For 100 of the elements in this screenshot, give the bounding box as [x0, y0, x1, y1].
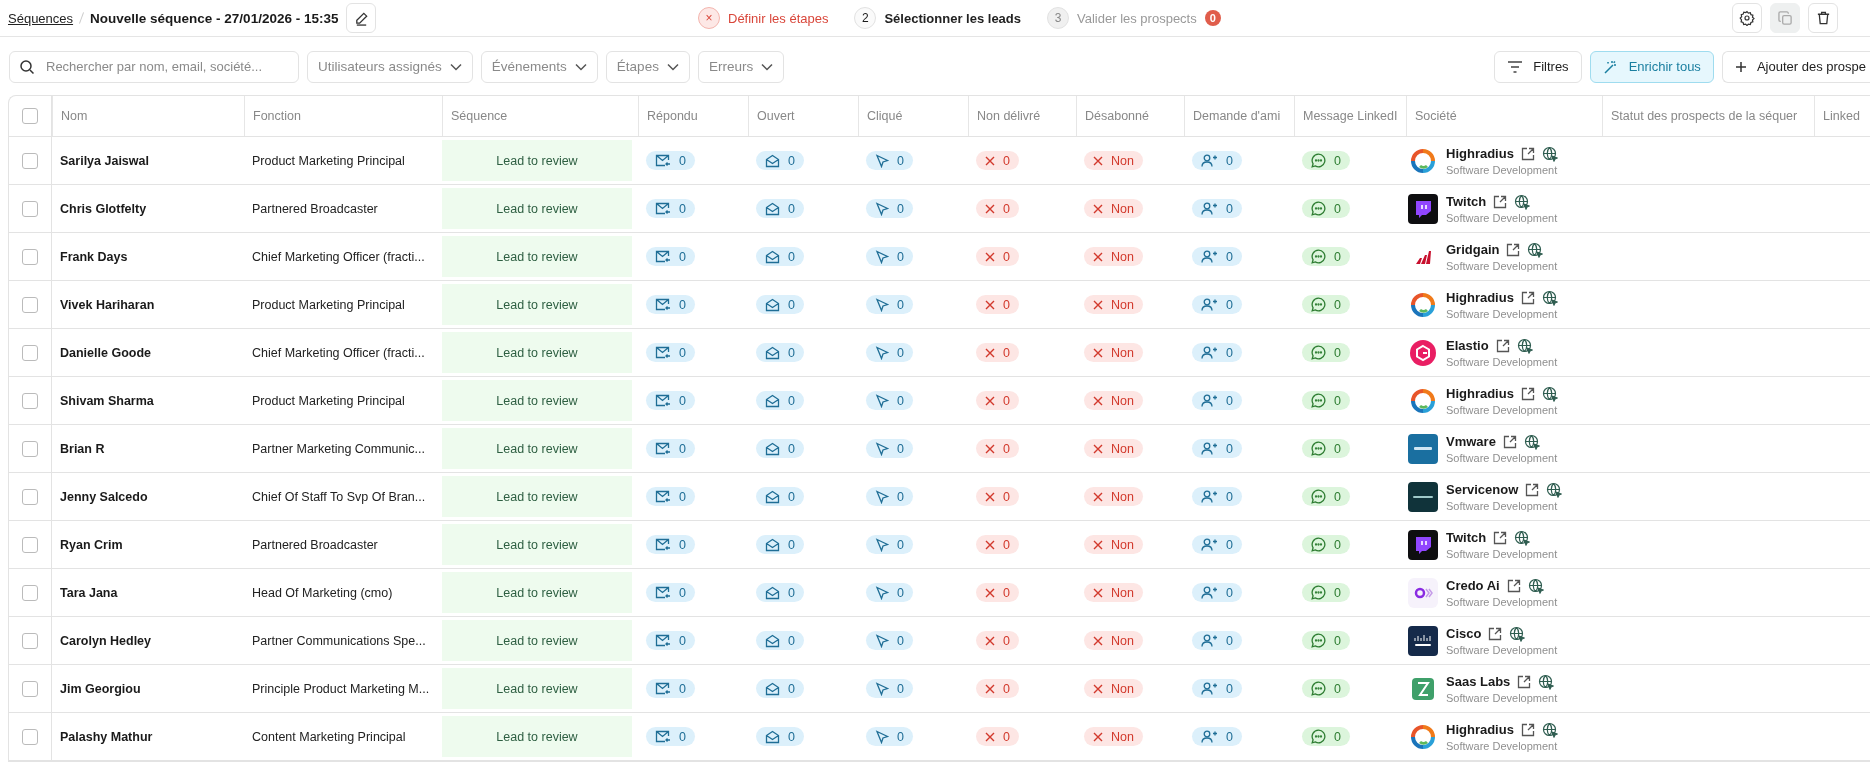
globe-icon[interactable] — [1527, 577, 1544, 594]
filter-icon — [1507, 60, 1524, 73]
row-checkbox[interactable] — [22, 392, 38, 409]
pill-value: Non — [1111, 393, 1134, 408]
row-checkbox[interactable] — [22, 680, 38, 697]
globe-icon[interactable] — [1514, 193, 1531, 210]
pill-value: 0 — [1003, 345, 1010, 360]
external-link-icon[interactable] — [1520, 722, 1535, 737]
pill-value: 0 — [1334, 633, 1341, 648]
row-checkbox[interactable] — [22, 296, 38, 313]
cross-icon — [1093, 299, 1103, 310]
pill-value: 0 — [679, 585, 686, 600]
row-checkbox[interactable] — [22, 536, 38, 553]
trash-icon — [1815, 10, 1831, 26]
globe-icon[interactable] — [1523, 433, 1540, 450]
pill-value: 0 — [1226, 441, 1233, 456]
pointer-icon — [875, 681, 889, 696]
step[interactable]: 2 Sélectionner les leads — [854, 7, 1022, 29]
job-title: Principle Product Marketing M... — [252, 681, 430, 696]
globe-icon[interactable] — [1514, 529, 1531, 546]
company-industry: Software Development — [1446, 211, 1558, 224]
row-checkbox[interactable] — [22, 488, 38, 505]
globe-icon[interactable] — [1516, 337, 1533, 354]
pill-value: 0 — [1226, 345, 1233, 360]
column-header: Linked — [1823, 109, 1860, 123]
column-header: Ouvert — [757, 109, 795, 123]
globe-icon[interactable] — [1509, 625, 1526, 642]
row-checkbox[interactable] — [22, 152, 38, 169]
external-link-icon[interactable] — [1520, 146, 1535, 161]
row-checkbox[interactable] — [22, 440, 38, 457]
globe-icon[interactable] — [1541, 385, 1558, 402]
chat-icon — [1311, 249, 1326, 264]
globe-icon[interactable] — [1541, 289, 1558, 306]
pill-value: 0 — [679, 201, 686, 216]
external-link-icon[interactable] — [1520, 386, 1535, 401]
globe-icon[interactable] — [1527, 241, 1544, 258]
settings-button[interactable] — [1732, 3, 1762, 33]
pointer-icon — [875, 489, 889, 504]
pointer-icon — [875, 345, 889, 360]
row-checkbox[interactable] — [22, 584, 38, 601]
company-industry: Software Development — [1446, 307, 1558, 320]
job-title: Chief Of Staff To Svp Of Bran... — [252, 489, 426, 504]
external-link-icon[interactable] — [1488, 626, 1503, 641]
cross-icon — [985, 731, 995, 742]
pill-value: 0 — [788, 345, 795, 360]
pill-value: 0 — [788, 729, 795, 744]
delete-button[interactable] — [1808, 3, 1838, 33]
breadcrumb-link[interactable]: Séquences — [8, 10, 74, 26]
filter-dropdown[interactable]: Étapes — [605, 50, 690, 83]
enrich-button[interactable]: Enrichir tous — [1589, 50, 1714, 83]
chat-icon — [1311, 345, 1326, 360]
globe-icon[interactable] — [1541, 145, 1558, 162]
external-link-icon[interactable] — [1517, 674, 1532, 689]
external-link-icon[interactable] — [1506, 578, 1521, 593]
row-checkbox[interactable] — [22, 632, 38, 649]
open-envelope-icon — [765, 345, 780, 360]
company-logo-icon — [1408, 529, 1438, 560]
edit-button[interactable] — [346, 3, 377, 33]
step-label: Valider les prospects — [1077, 10, 1197, 26]
row-checkbox[interactable] — [22, 344, 38, 361]
filter-dropdown[interactable]: Événements — [480, 50, 598, 83]
sequence-status: Lead to review — [442, 380, 632, 421]
pill-value: 0 — [1003, 489, 1010, 504]
external-link-icon[interactable] — [1493, 530, 1508, 545]
add-button[interactable]: Ajouter des prospe — [1721, 50, 1870, 83]
globe-icon[interactable] — [1541, 721, 1558, 738]
open-envelope-icon — [765, 681, 780, 696]
external-link-icon[interactable] — [1493, 194, 1508, 209]
copy-icon — [1777, 10, 1793, 26]
row-checkbox[interactable] — [22, 200, 38, 217]
globe-icon[interactable] — [1546, 481, 1563, 498]
external-link-icon[interactable] — [1495, 338, 1510, 353]
external-link-icon[interactable] — [1502, 434, 1517, 449]
search-field[interactable]: Rechercher par nom, email, société... — [9, 50, 299, 83]
external-link-icon[interactable] — [1520, 290, 1535, 305]
pill-value: 0 — [679, 489, 686, 504]
company-logo-icon — [1408, 193, 1438, 224]
cross-icon — [985, 635, 995, 646]
row-checkbox[interactable] — [22, 728, 38, 745]
globe-icon[interactable] — [1538, 673, 1555, 690]
pill-value: 0 — [1226, 633, 1233, 648]
row-checkbox[interactable] — [22, 248, 38, 265]
pill-value: Non — [1111, 585, 1134, 600]
count-badge: 0 — [1204, 10, 1221, 26]
filter-button[interactable]: Filtres — [1494, 50, 1582, 83]
plus-icon — [1734, 60, 1747, 73]
filter-dropdown[interactable]: Utilisateurs assignés — [307, 50, 473, 83]
envelope-arrow-icon — [655, 202, 671, 215]
open-envelope-icon — [765, 633, 780, 648]
pill-value: 0 — [1334, 585, 1341, 600]
select-all-checkbox[interactable] — [22, 108, 38, 124]
pill-value: Non — [1111, 729, 1134, 744]
pill-value: 0 — [679, 537, 686, 552]
filter-dropdown[interactable]: Erreurs — [697, 50, 785, 83]
step[interactable]: × Définir les étapes — [698, 7, 829, 29]
external-link-icon[interactable] — [1506, 242, 1521, 257]
pill-value: 0 — [1334, 393, 1341, 408]
cross-icon — [985, 539, 995, 550]
step[interactable]: 3 Valider les prospects 0 — [1047, 7, 1221, 29]
external-link-icon[interactable] — [1525, 482, 1540, 497]
